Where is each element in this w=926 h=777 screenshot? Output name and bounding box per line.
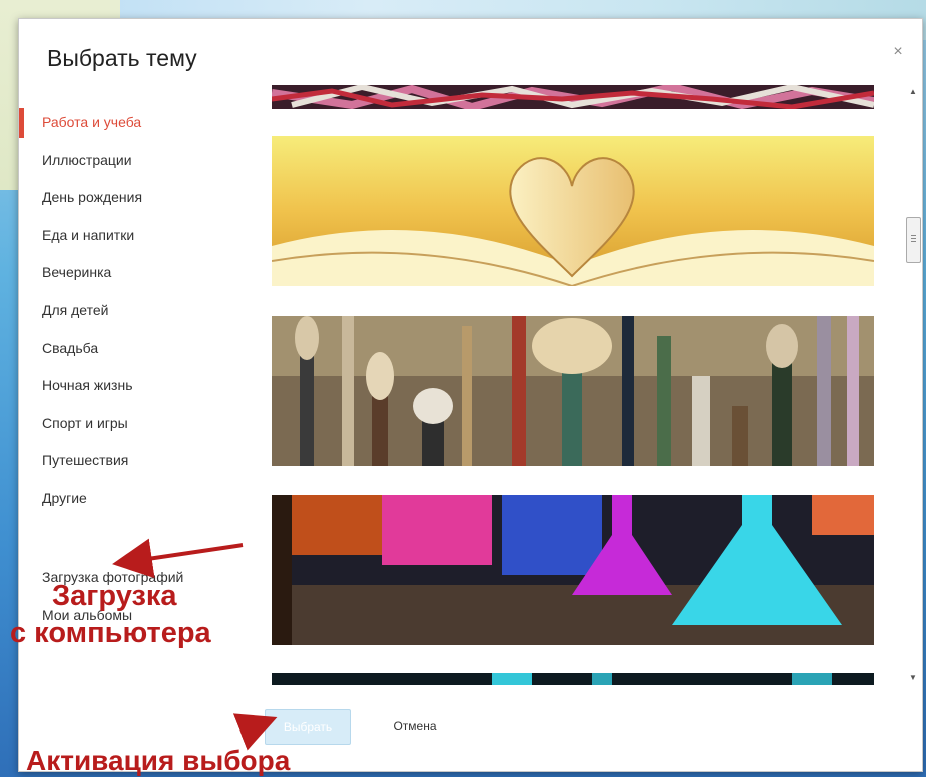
nav-item-other[interactable]: Другие — [19, 480, 259, 518]
annotation-upload-line1: Загрузка — [52, 580, 177, 612]
thumbnail-paint-brushes[interactable] — [272, 316, 874, 466]
select-button[interactable]: Выбрать — [265, 709, 351, 745]
thumbnail-lab-flasks[interactable] — [272, 495, 874, 645]
scroll-up-icon[interactable]: ▲ — [908, 87, 918, 97]
thumbnail-partial[interactable] — [272, 673, 874, 685]
thumbnail-scrollbar[interactable]: ▲ ▼ — [904, 85, 922, 685]
nav-item-travel[interactable]: Путешествия — [19, 442, 259, 480]
scroll-down-icon[interactable]: ▼ — [908, 673, 918, 683]
close-icon[interactable]: × — [890, 44, 906, 60]
category-nav: Работа и учеба Иллюстрации День рождения… — [19, 104, 259, 518]
thumbnail-threads[interactable] — [272, 85, 874, 109]
cancel-button[interactable]: Отмена — [375, 709, 455, 743]
nav-item-sports-games[interactable]: Спорт и игры — [19, 405, 259, 443]
nav-item-wedding[interactable]: Свадьба — [19, 330, 259, 368]
thumbnail-book-heart[interactable] — [272, 136, 874, 286]
nav-item-birthday[interactable]: День рождения — [19, 179, 259, 217]
theme-thumbnail-list — [272, 85, 874, 685]
nav-item-kids[interactable]: Для детей — [19, 292, 259, 330]
dialog-title: Выбрать тему — [47, 45, 197, 71]
nav-item-party[interactable]: Вечеринка — [19, 254, 259, 292]
annotation-activate: Активация выбора — [26, 745, 291, 776]
nav-item-food-drinks[interactable]: Еда и напитки — [19, 217, 259, 255]
nav-item-illustrations[interactable]: Иллюстрации — [19, 142, 259, 180]
nav-item-work-study[interactable]: Работа и учеба — [19, 104, 259, 142]
choose-theme-dialog: Выбрать тему × Работа и учеба Иллюстраци… — [18, 18, 923, 772]
nav-item-nightlife[interactable]: Ночная жизнь — [19, 367, 259, 405]
annotation-upload-line2: с компьютера — [10, 617, 211, 649]
scroll-thumb[interactable] — [906, 217, 921, 263]
